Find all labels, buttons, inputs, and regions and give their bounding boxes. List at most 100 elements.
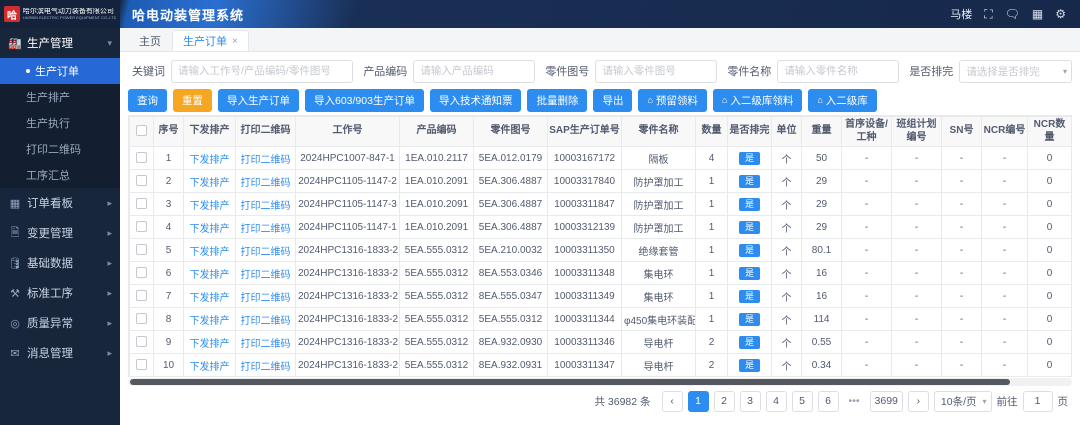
cell-plan_no: - (892, 239, 942, 262)
row-checkbox[interactable] (136, 359, 147, 370)
apps-grid-icon[interactable]: ▦ (1032, 7, 1043, 21)
cell-check (130, 285, 154, 308)
dispatch-link[interactable]: 下发排产 (184, 239, 236, 262)
row-checkbox[interactable] (136, 175, 147, 186)
table-row: 3下发排产打印二维码2024HPC1105-1147-31EA.010.2091… (130, 193, 1073, 216)
page-button-5[interactable]: 5 (792, 391, 813, 412)
page-size-select[interactable]: 10条/页 ▾ (934, 391, 992, 412)
预留领料-button[interactable]: ⌂预留领料 (638, 89, 706, 112)
入二级库-button[interactable]: ⌂入二级库 (808, 89, 876, 112)
goto-page-input[interactable] (1023, 391, 1053, 412)
cell-sn: - (942, 216, 982, 239)
print-qrcode-link[interactable]: 打印二维码 (236, 285, 296, 308)
导入技术通知票-button[interactable]: 导入技术通知票 (430, 89, 522, 112)
row-checkbox[interactable] (136, 221, 147, 232)
导出-button[interactable]: 导出 (593, 89, 632, 112)
horizontal-scrollbar[interactable] (128, 378, 1072, 386)
批量删除-button[interactable]: 批量删除 (527, 89, 587, 112)
sidebar-item-基础数据[interactable]: 🛢基础数据▸ (0, 248, 120, 278)
dispatch-link[interactable]: 下发排产 (184, 285, 236, 308)
cell-sn: - (942, 285, 982, 308)
tab-bar: 主页生产订单 × (120, 28, 1080, 52)
page-buttons: 123456•••3699 (688, 391, 903, 412)
page-button-1[interactable]: 1 (688, 391, 709, 412)
tab-主页[interactable]: 主页 (128, 30, 172, 51)
settings-gear-icon[interactable]: ⚙ (1055, 7, 1066, 21)
page-button-4[interactable]: 4 (766, 391, 787, 412)
page-button-6[interactable]: 6 (818, 391, 839, 412)
cell-unit: 个 (772, 285, 802, 308)
sidebar-subitem-打印二维码[interactable]: 打印二维码 (0, 136, 120, 162)
print-qrcode-link[interactable]: 打印二维码 (236, 193, 296, 216)
dispatch-link[interactable]: 下发排产 (184, 354, 236, 377)
sidebar-item-订单看板[interactable]: ▦订单看板▸ (0, 188, 120, 218)
cell-seq: 8 (154, 308, 184, 331)
row-checkbox[interactable] (136, 313, 147, 324)
dispatch-link[interactable]: 下发排产 (184, 193, 236, 216)
sidebar-subitem-生产订单[interactable]: 生产订单 (0, 58, 120, 84)
username[interactable]: 马楼 (950, 6, 972, 22)
row-checkbox[interactable] (136, 336, 147, 347)
dispatch-link[interactable]: 下发排产 (184, 170, 236, 193)
page-button-3[interactable]: 3 (740, 391, 761, 412)
next-page-button[interactable]: › (908, 391, 929, 412)
sidebar-subitem-生产排产[interactable]: 生产排产 (0, 84, 120, 110)
sidebar-subitem-工序汇总[interactable]: 工序汇总 (0, 162, 120, 188)
sidebar-subitem-label: 工序汇总 (26, 167, 70, 183)
cell-first_device: - (842, 331, 892, 354)
print-qrcode-link[interactable]: 打印二维码 (236, 262, 296, 285)
column-header-work_no: 工作号 (296, 117, 400, 147)
重置-button[interactable]: 重置 (173, 89, 212, 112)
dispatch-link[interactable]: 下发排产 (184, 216, 236, 239)
row-checkbox[interactable] (136, 244, 147, 255)
filter-input-零件名称[interactable] (777, 60, 899, 83)
sidebar-item-质量异常[interactable]: ◎质量异常▸ (0, 308, 120, 338)
sidebar-item-标准工序[interactable]: ⚒标准工序▸ (0, 278, 120, 308)
print-qrcode-link[interactable]: 打印二维码 (236, 354, 296, 377)
select-all-checkbox[interactable] (136, 125, 147, 136)
cell-plan_no: - (892, 331, 942, 354)
dispatch-link[interactable]: 下发排产 (184, 147, 236, 170)
print-qrcode-link[interactable]: 打印二维码 (236, 308, 296, 331)
print-qrcode-link[interactable]: 打印二维码 (236, 216, 296, 239)
print-qrcode-link[interactable]: 打印二维码 (236, 170, 296, 193)
tab-生产订单[interactable]: 生产订单 × (172, 30, 249, 51)
dispatch-link[interactable]: 下发排产 (184, 331, 236, 354)
print-qrcode-link[interactable]: 打印二维码 (236, 331, 296, 354)
导入603/903生产订单-button[interactable]: 导入603/903生产订单 (305, 89, 424, 112)
print-qrcode-link[interactable]: 打印二维码 (236, 147, 296, 170)
filter-input-零件图号[interactable] (595, 60, 717, 83)
filter-select-是否排完[interactable]: 请选择是否排完▾ (959, 60, 1072, 83)
column-header-scheduled: 是否排完 (728, 117, 772, 147)
row-checkbox[interactable] (136, 290, 147, 301)
filter-input-关键词[interactable] (171, 60, 353, 83)
row-checkbox[interactable] (136, 152, 147, 163)
filter-input-产品编码[interactable] (413, 60, 535, 83)
cell-first_device: - (842, 193, 892, 216)
chevron-down-icon: ▾ (107, 38, 112, 49)
scrollbar-thumb[interactable] (130, 379, 1010, 385)
导入生产订单-button[interactable]: 导入生产订单 (218, 89, 299, 112)
sidebar-item-消息管理[interactable]: ✉消息管理▸ (0, 338, 120, 368)
cell-work_no: 2024HPC1007-847-1 (296, 147, 400, 170)
prev-page-button[interactable]: ‹ (662, 391, 683, 412)
close-icon[interactable]: × (232, 36, 238, 47)
page-button-•••[interactable]: ••• (844, 391, 865, 412)
row-checkbox[interactable] (136, 267, 147, 278)
page-button-2[interactable]: 2 (714, 391, 735, 412)
fullscreen-icon[interactable]: ⛶ (984, 7, 992, 22)
notification-icon[interactable]: 🗨 (1005, 7, 1020, 21)
查询-button[interactable]: 查询 (128, 89, 167, 112)
page-button-3699[interactable]: 3699 (870, 391, 903, 412)
dispatch-link[interactable]: 下发排产 (184, 262, 236, 285)
cell-scheduled: 是 (728, 262, 772, 285)
print-qrcode-link[interactable]: 打印二维码 (236, 239, 296, 262)
warehouse-icon: ⌂ (647, 95, 652, 105)
tab-label: 生产订单 (183, 33, 227, 49)
sidebar-item-变更管理[interactable]: 🗎变更管理▸ (0, 218, 120, 248)
dispatch-link[interactable]: 下发排产 (184, 308, 236, 331)
row-checkbox[interactable] (136, 198, 147, 209)
sidebar-item-生产管理[interactable]: 🏭生产管理▾ (0, 28, 120, 58)
入二级库领料-button[interactable]: ⌂入二级库领料 (713, 89, 802, 112)
sidebar-subitem-生产执行[interactable]: 生产执行 (0, 110, 120, 136)
